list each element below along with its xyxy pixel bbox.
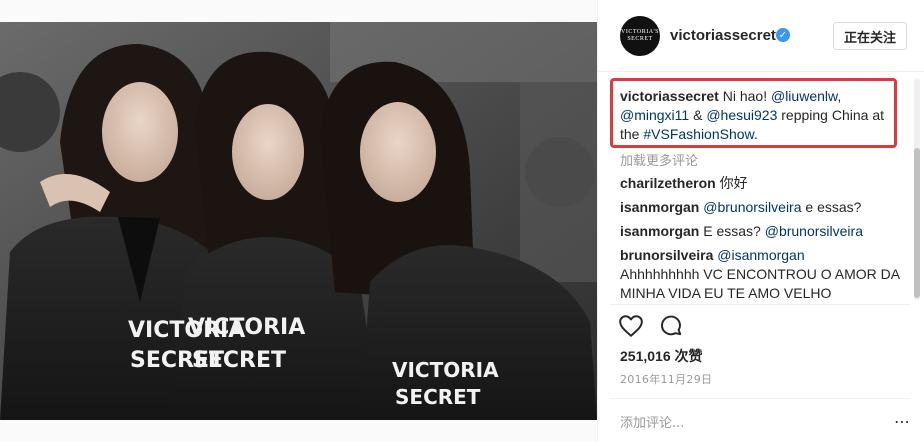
comment-text: 你好 [719,175,748,191]
verified-badge-icon: ✓ [776,28,790,42]
post-photo-illustration: VICTORIA SECRET VICTORIA SECRET VICTORIA… [0,22,597,420]
post-sidebar: VICTORIA'S SECRET victoriassecret ✓ 正在关注… [597,0,924,442]
comment-username[interactable]: charilzetheron [620,175,716,191]
likes-count[interactable]: 251,016 次赞 [620,346,703,366]
caption-text: . [753,126,758,142]
comment-item: brunorsilveira @isanmorgan Ahhhhhhhhh VC… [620,246,905,303]
comment-item: isanmorgan E essas? @brunorsilveira [620,222,905,241]
divider [610,398,910,399]
username-link[interactable]: victoriassecret [670,27,776,44]
mention-link[interactable]: @liuwenlw [771,88,837,104]
page-background-bottom [0,420,597,442]
add-comment-input[interactable]: 添加评论... [620,412,684,431]
mention-link[interactable]: @isanmorgan [717,247,804,263]
comment-username[interactable]: brunorsilveira [620,247,713,263]
svg-text:SECRET: SECRET [192,348,286,373]
avatar-text-line2: SECRET [627,36,653,42]
avatar[interactable]: VICTORIA'S SECRET [620,16,660,56]
avatar-text-line1: VICTORIA'S [621,29,659,36]
hashtag-link[interactable]: #VSFashionShow [643,126,754,142]
caption-text: & [689,107,707,123]
heart-icon[interactable] [618,313,644,339]
load-more-comments-link[interactable]: 加载更多评论 [620,150,698,169]
comment-username[interactable]: isanmorgan [620,223,699,239]
post-caption: victoriassecret Ni hao! @liuwenlw, @ming… [620,87,890,144]
divider [610,304,910,305]
more-options-icon[interactable]: ⋯ [894,412,910,432]
caption-author[interactable]: victoriassecret [620,88,719,104]
mention-link[interactable]: @mingxi11 [620,107,689,123]
comment-item: charilzetheron 你好 [620,174,905,193]
svg-text:VICTORIA: VICTORIA [392,358,499,382]
post-header: VICTORIA'S SECRET victoriassecret ✓ 正在关注 [598,0,924,72]
follow-button[interactable]: 正在关注 [833,22,907,50]
comment-text: e essas? [801,199,862,215]
comment-text: E essas? [699,223,765,239]
caption-text: , [837,88,842,104]
mention-link[interactable]: @brunorsilveira [703,199,801,215]
comment-icon[interactable] [658,313,684,339]
svg-text:VICTORIA: VICTORIA [188,315,305,340]
mention-link[interactable]: @brunorsilveira [765,223,863,239]
comments-scrollbar[interactable] [914,78,920,300]
post-photo[interactable]: VICTORIA SECRET VICTORIA SECRET VICTORIA… [0,22,597,420]
svg-text:SECRET: SECRET [395,385,481,409]
comment-username[interactable]: isanmorgan [620,199,699,215]
comment-item: isanmorgan @brunorsilveira e essas? [620,198,905,217]
mention-link[interactable]: @hesui923 [706,107,777,123]
caption-text: Ni hao! [718,88,771,104]
scrollbar-thumb[interactable] [914,148,920,298]
post-date[interactable]: 2016年11月29日 [620,371,712,387]
comment-text: Ahhhhhhhhh VC ENCONTROU O AMOR DA MINHA … [620,266,900,301]
